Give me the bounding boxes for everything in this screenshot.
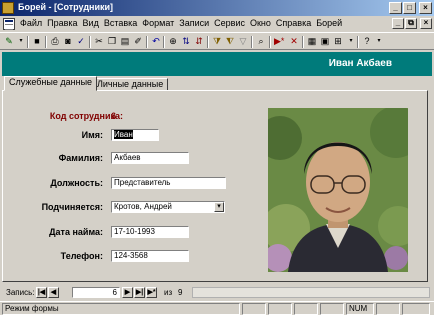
status-num: NUM xyxy=(346,303,374,315)
menu-records[interactable]: Записи xyxy=(179,18,209,28)
horizontal-scrollbar[interactable] xyxy=(192,287,430,298)
hire-date-field[interactable]: 17-10-1993 xyxy=(111,226,189,238)
status-bar: Режим формы NUM xyxy=(0,301,434,315)
view-icon[interactable]: ✎ xyxy=(4,36,14,47)
tab-service-data[interactable]: Служебные данные xyxy=(4,76,98,91)
help-icon[interactable]: ? xyxy=(362,36,372,47)
menu-borey[interactable]: Борей xyxy=(316,18,342,28)
filter-by-form-icon[interactable]: ⧨ xyxy=(225,36,235,47)
doc-close-button[interactable]: × xyxy=(420,18,432,29)
menu-edit[interactable]: Правка xyxy=(47,18,77,28)
status-panel-4 xyxy=(320,303,344,315)
total-records: 9 xyxy=(178,288,183,297)
status-panel-3 xyxy=(294,303,318,315)
menu-format[interactable]: Формат xyxy=(142,18,174,28)
previous-record-button[interactable]: ◀ xyxy=(48,287,59,298)
employee-photo xyxy=(268,108,408,272)
close-button[interactable]: × xyxy=(419,2,432,14)
employee-code-label: Код сотрудника: xyxy=(49,111,123,121)
undo-icon[interactable]: ↶ xyxy=(151,36,161,47)
reports-to-combo[interactable]: Кротов, Андрей ▾ xyxy=(111,201,225,213)
doc-minimize-button[interactable]: _ xyxy=(392,18,404,29)
maximize-button[interactable]: □ xyxy=(403,2,416,14)
last-name-label: Фамилия: xyxy=(58,153,103,163)
app-icon[interactable] xyxy=(2,2,14,14)
of-label: из xyxy=(164,288,173,297)
record-label: Запись: xyxy=(6,288,35,297)
reports-to-value: Кротов, Андрей xyxy=(114,202,172,211)
window-title-bar[interactable]: Борей - [Сотрудники] _ □ × xyxy=(0,0,434,16)
minimize-button[interactable]: _ xyxy=(389,2,402,14)
status-panel-2 xyxy=(268,303,292,315)
copy-icon[interactable]: ❐ xyxy=(107,36,117,47)
new-object-dropdown-icon[interactable]: ▾ xyxy=(346,36,356,47)
record-navigator: Запись: |◀ ◀ 6 ▶ ▶| ▶* из 9 xyxy=(2,286,432,300)
insert-hyperlink-icon[interactable]: ⊕ xyxy=(168,36,178,47)
reports-to-label: Подчиняется: xyxy=(41,202,103,212)
properties-icon[interactable]: ▦ xyxy=(307,36,317,47)
last-name-field[interactable]: Акбаев xyxy=(111,152,189,164)
status-panel-5 xyxy=(376,303,400,315)
status-panel-6 xyxy=(402,303,430,315)
menu-help[interactable]: Справка xyxy=(276,18,311,28)
format-painter-icon[interactable]: ✐ xyxy=(133,36,143,47)
position-field[interactable]: Представитель xyxy=(111,177,226,189)
employee-code-value: 6 xyxy=(111,111,117,121)
new-record-icon[interactable]: ▶* xyxy=(274,36,284,47)
new-record-button[interactable]: ▶* xyxy=(146,287,157,298)
sort-descending-icon[interactable]: ⇵ xyxy=(194,36,204,47)
help-dropdown-icon[interactable]: ▾ xyxy=(374,36,384,47)
filter-by-selection-icon[interactable]: ⧩ xyxy=(212,36,222,47)
menu-bar: Файл Правка Вид Вставка Формат Записи Се… xyxy=(0,16,434,32)
apply-filter-icon[interactable]: ▽ xyxy=(238,36,248,47)
chevron-down-icon[interactable]: ▾ xyxy=(214,202,224,212)
status-panel-1 xyxy=(242,303,266,315)
menu-tools[interactable]: Сервис xyxy=(214,18,245,28)
view-dropdown-icon[interactable]: ▾ xyxy=(16,36,26,47)
first-record-button[interactable]: |◀ xyxy=(36,287,47,298)
paste-icon[interactable]: ▤ xyxy=(120,36,130,47)
next-record-button[interactable]: ▶ xyxy=(122,287,133,298)
delete-record-icon[interactable]: ✕ xyxy=(289,36,299,47)
status-mode: Режим формы xyxy=(2,303,240,315)
cut-icon[interactable]: ✂ xyxy=(94,36,104,47)
current-record-field[interactable]: 6 xyxy=(72,287,120,298)
find-icon[interactable]: ⌕ xyxy=(256,36,266,47)
first-name-label: Имя: xyxy=(81,130,103,140)
doc-restore-button[interactable]: ⧉ xyxy=(405,18,417,29)
window-title: Борей - [Сотрудники] xyxy=(18,2,114,12)
hire-date-label: Дата найма: xyxy=(49,227,103,237)
menu-view[interactable]: Вид xyxy=(83,18,99,28)
menu-window[interactable]: Окно xyxy=(250,18,271,28)
sort-ascending-icon[interactable]: ⇅ xyxy=(181,36,191,47)
spelling-icon[interactable]: ✓ xyxy=(76,36,86,47)
last-record-button[interactable]: ▶| xyxy=(134,287,145,298)
save-icon[interactable]: ■ xyxy=(32,36,42,47)
position-label: Должность: xyxy=(50,178,103,188)
menu-file[interactable]: Файл xyxy=(20,18,42,28)
form-header: Иван Акбаев xyxy=(2,52,432,76)
first-name-field[interactable]: Иван xyxy=(111,129,159,141)
tab-strip: Служебные данные Личные данные xyxy=(2,76,432,91)
document-icon[interactable] xyxy=(3,18,15,30)
employee-name-header: Иван Акбаев xyxy=(328,58,392,69)
phone-field[interactable]: 124-3568 xyxy=(111,250,189,262)
print-preview-icon[interactable]: ◙ xyxy=(63,36,73,47)
database-window-icon[interactable]: ▣ xyxy=(320,36,330,47)
print-icon[interactable]: ⎙ xyxy=(50,36,60,47)
toolbar: ✎ ▾ ■ ⎙ ◙ ✓ ✂ ❐ ▤ ✐ ↶ ⊕ ⇅ ⇵ ⧩ ⧨ ▽ ⌕ ▶* ✕… xyxy=(0,32,434,50)
menu-insert[interactable]: Вставка xyxy=(104,18,137,28)
phone-label: Телефон: xyxy=(60,251,103,261)
new-object-icon[interactable]: ⊞ xyxy=(333,36,343,47)
